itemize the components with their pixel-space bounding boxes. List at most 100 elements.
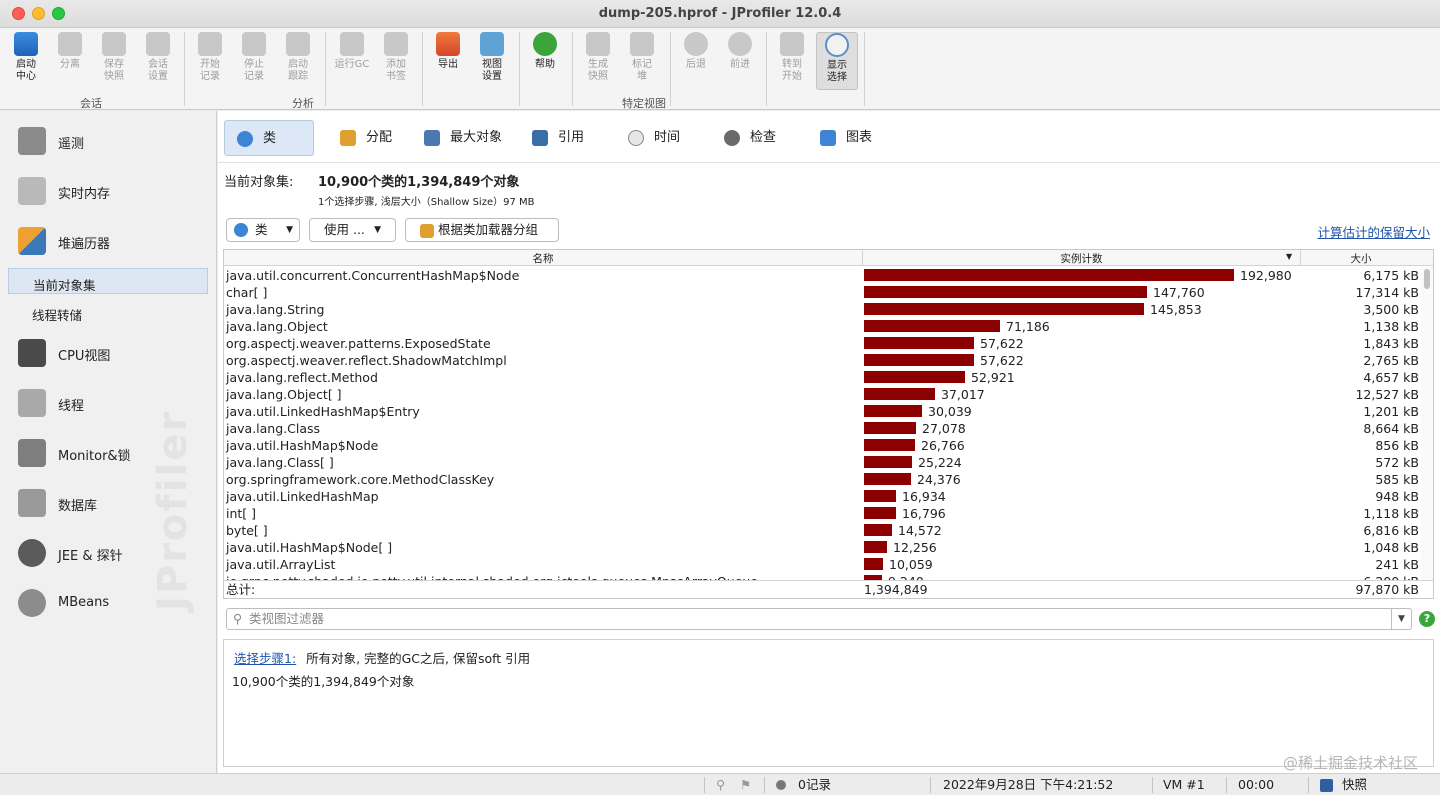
total-label: 总计: [226, 582, 256, 597]
sort-desc-icon: ▼ [1286, 252, 1293, 261]
table-row[interactable]: java.util.LinkedHashMap$Entry 30,039 1,201… [224, 403, 1433, 420]
size-cell: 4,657 kB [1363, 370, 1419, 385]
table-row[interactable]: java.util.concurrent.ConcurrentHashMap$N… [224, 267, 1433, 284]
tab-allocations[interactable]: 分配 [328, 120, 392, 156]
view-select[interactable]: 类 ▼ [226, 218, 300, 242]
goto-start-button[interactable]: 转到 开始 [772, 32, 812, 90]
size-cell: 2,765 kB [1363, 353, 1419, 368]
filter-dropdown-chevron-icon[interactable]: ▼ [1391, 609, 1411, 629]
sidebar-item-live-memory[interactable]: 实时内存 [0, 171, 216, 211]
tab-inspections[interactable]: 检查 [712, 120, 776, 156]
export-button[interactable]: 导出 [428, 32, 468, 90]
table-row[interactable]: java.util.LinkedHashMap 16,934 948 kB [224, 488, 1433, 505]
add-bookmark-button[interactable]: 添加 书签 [376, 32, 416, 90]
session-settings-button[interactable]: 会话 设置 [138, 32, 178, 90]
detach-icon [58, 32, 82, 56]
class-name-cell: java.util.concurrent.ConcurrentHashMap$N… [226, 268, 520, 283]
view-settings-icon [480, 32, 504, 56]
run-gc-button[interactable]: 运行GC [330, 32, 374, 90]
table-row[interactable]: java.util.HashMap$Node[ ] 12,256 1,048 kB [224, 539, 1433, 556]
sidebar-item-monitors-locks[interactable]: Monitor&锁 [0, 433, 216, 473]
start-center-button[interactable]: 启动 中心 [6, 32, 46, 90]
instance-count-bar [864, 439, 915, 451]
tab-references[interactable]: 引用 [520, 120, 584, 156]
forward-button[interactable]: 前进 [720, 32, 760, 90]
show-selection-button[interactable]: 显示 选择 [816, 32, 858, 90]
class-name-cell: java.util.LinkedHashMap [226, 489, 379, 504]
tab-classes[interactable]: 类 [224, 120, 314, 156]
class-name-cell: java.util.ArrayList [226, 557, 336, 572]
status-vm: VM #1 [1163, 777, 1205, 792]
table-row[interactable]: java.util.ArrayList 10,059 241 kB [224, 556, 1433, 573]
instance-count-cell: 37,017 [941, 387, 985, 402]
instance-count-bar [864, 388, 935, 400]
class-name-cell: java.util.HashMap$Node[ ] [226, 540, 393, 555]
stop-record-button[interactable]: 停止 记录 [234, 32, 274, 90]
class-filter-input[interactable]: ⚲ 类视图过滤器 ▼ [226, 608, 1412, 630]
start-record-button[interactable]: 开始 记录 [190, 32, 230, 90]
table-row[interactable]: java.lang.reflect.Method 52,921 4,657 kB [224, 369, 1433, 386]
help-icon[interactable]: ? [1419, 611, 1435, 627]
table-row[interactable]: java.util.HashMap$Node 26,766 856 kB [224, 437, 1433, 454]
tab-time[interactable]: 时间 [616, 120, 680, 156]
home-icon [780, 32, 804, 56]
pin-icon[interactable]: ⚲ [716, 774, 725, 795]
current-set-label: 当前对象集: [224, 175, 294, 190]
table-scrollbar[interactable] [1421, 267, 1433, 580]
table-row[interactable]: org.aspectj.weaver.reflect.ShadowMatchIm… [224, 352, 1433, 369]
help-button[interactable]: 帮助 [525, 32, 565, 90]
group-by-classloader-button[interactable]: 根据类加载器分组 [405, 218, 559, 242]
size-cell: 6,816 kB [1363, 523, 1419, 538]
column-header-name[interactable]: 名称 [224, 251, 862, 266]
tab-biggest-objects[interactable]: 最大对象 [412, 120, 502, 156]
table-row[interactable]: java.lang.Object[ ] 37,017 12,527 kB [224, 386, 1433, 403]
back-button[interactable]: 后退 [676, 32, 716, 90]
sidebar-item-cpu-views[interactable]: CPU视图 [0, 333, 216, 373]
sidebar-item-thread-dump[interactable]: 线程转储 [8, 299, 208, 325]
table-row[interactable]: java.lang.String 145,853 3,500 kB [224, 301, 1433, 318]
scrollbar-thumb[interactable] [1424, 269, 1430, 289]
table-row[interactable]: org.aspectj.weaver.patterns.ExposedState… [224, 335, 1433, 352]
class-icon [234, 223, 248, 237]
save-icon [102, 32, 126, 56]
table-row[interactable]: java.lang.Class 27,078 8,664 kB [224, 420, 1433, 437]
sidebar-item-telemetry[interactable]: 遥测 [0, 121, 216, 161]
instance-count-cell: 25,224 [918, 455, 962, 470]
session-settings-icon [146, 32, 170, 56]
tab-graph[interactable]: 图表 [808, 120, 872, 156]
calc-retained-size-link[interactable]: 计算估计的保留大小 [1317, 222, 1430, 241]
sidebar-item-threads[interactable]: 线程 [0, 383, 216, 423]
save-snapshot-button[interactable]: 保存 快照 [94, 32, 134, 90]
view-settings-button[interactable]: 视图 设置 [472, 32, 512, 90]
sidebar-item-jee-probes[interactable]: JEE & 探针 [0, 533, 216, 573]
table-row[interactable]: io.grpc.netty.shaded.io.netty.util.inter… [224, 573, 1433, 580]
selection-step-link[interactable]: 选择步骤1: [234, 651, 296, 666]
table-row[interactable]: java.lang.Object 71,186 1,138 kB [224, 318, 1433, 335]
start-tracking-button[interactable]: 启动 跟踪 [278, 32, 318, 90]
class-name-cell: java.lang.String [226, 302, 325, 317]
sidebar-item-heap-walker[interactable]: 堆遍历器 [0, 221, 216, 261]
class-name-cell: org.aspectj.weaver.reflect.ShadowMatchIm… [226, 353, 507, 368]
column-header-size[interactable]: 大小 [1301, 251, 1421, 266]
table-row[interactable]: int[ ] 16,796 1,118 kB [224, 505, 1433, 522]
table-row[interactable]: char[ ] 147,760 17,314 kB [224, 284, 1433, 301]
class-name-cell: org.springframework.core.MethodClassKey [226, 472, 495, 487]
toolbar-separator [422, 32, 423, 106]
class-name-cell: java.util.LinkedHashMap$Entry [226, 404, 420, 419]
sidebar-item-databases[interactable]: 数据库 [0, 483, 216, 523]
table-row[interactable]: java.lang.Class[ ] 25,224 572 kB [224, 454, 1433, 471]
selection-description-panel: 选择步骤1: 所有对象, 完整的GC之后, 保留soft 引用 10,900个类… [223, 639, 1434, 767]
mark-heap-button[interactable]: 标记堆 [622, 32, 662, 90]
column-header-count[interactable]: 实例计数 [863, 251, 1300, 266]
usage-select[interactable]: 使用 ... ▼ [309, 218, 396, 242]
table-row[interactable]: byte[ ] 14,572 6,816 kB [224, 522, 1433, 539]
instance-count-cell: 147,760 [1153, 285, 1205, 300]
sidebar-item-mbeans[interactable]: MBeans [0, 583, 216, 623]
table-row[interactable]: org.springframework.core.MethodClassKey 2… [224, 471, 1433, 488]
main-toolbar: 启动 中心 分离 保存 快照 会话 设置 会话 开始 记录 停止 记录 启动 跟踪 运行GC… [0, 28, 1440, 110]
instance-count-bar [864, 456, 912, 468]
detach-button[interactable]: 分离 [50, 32, 90, 90]
flag-icon[interactable]: ⚑ [740, 774, 751, 795]
create-snapshot-button[interactable]: 生成 快照 [578, 32, 618, 90]
sidebar-item-current-object-set[interactable]: 当前对象集 [8, 268, 208, 294]
